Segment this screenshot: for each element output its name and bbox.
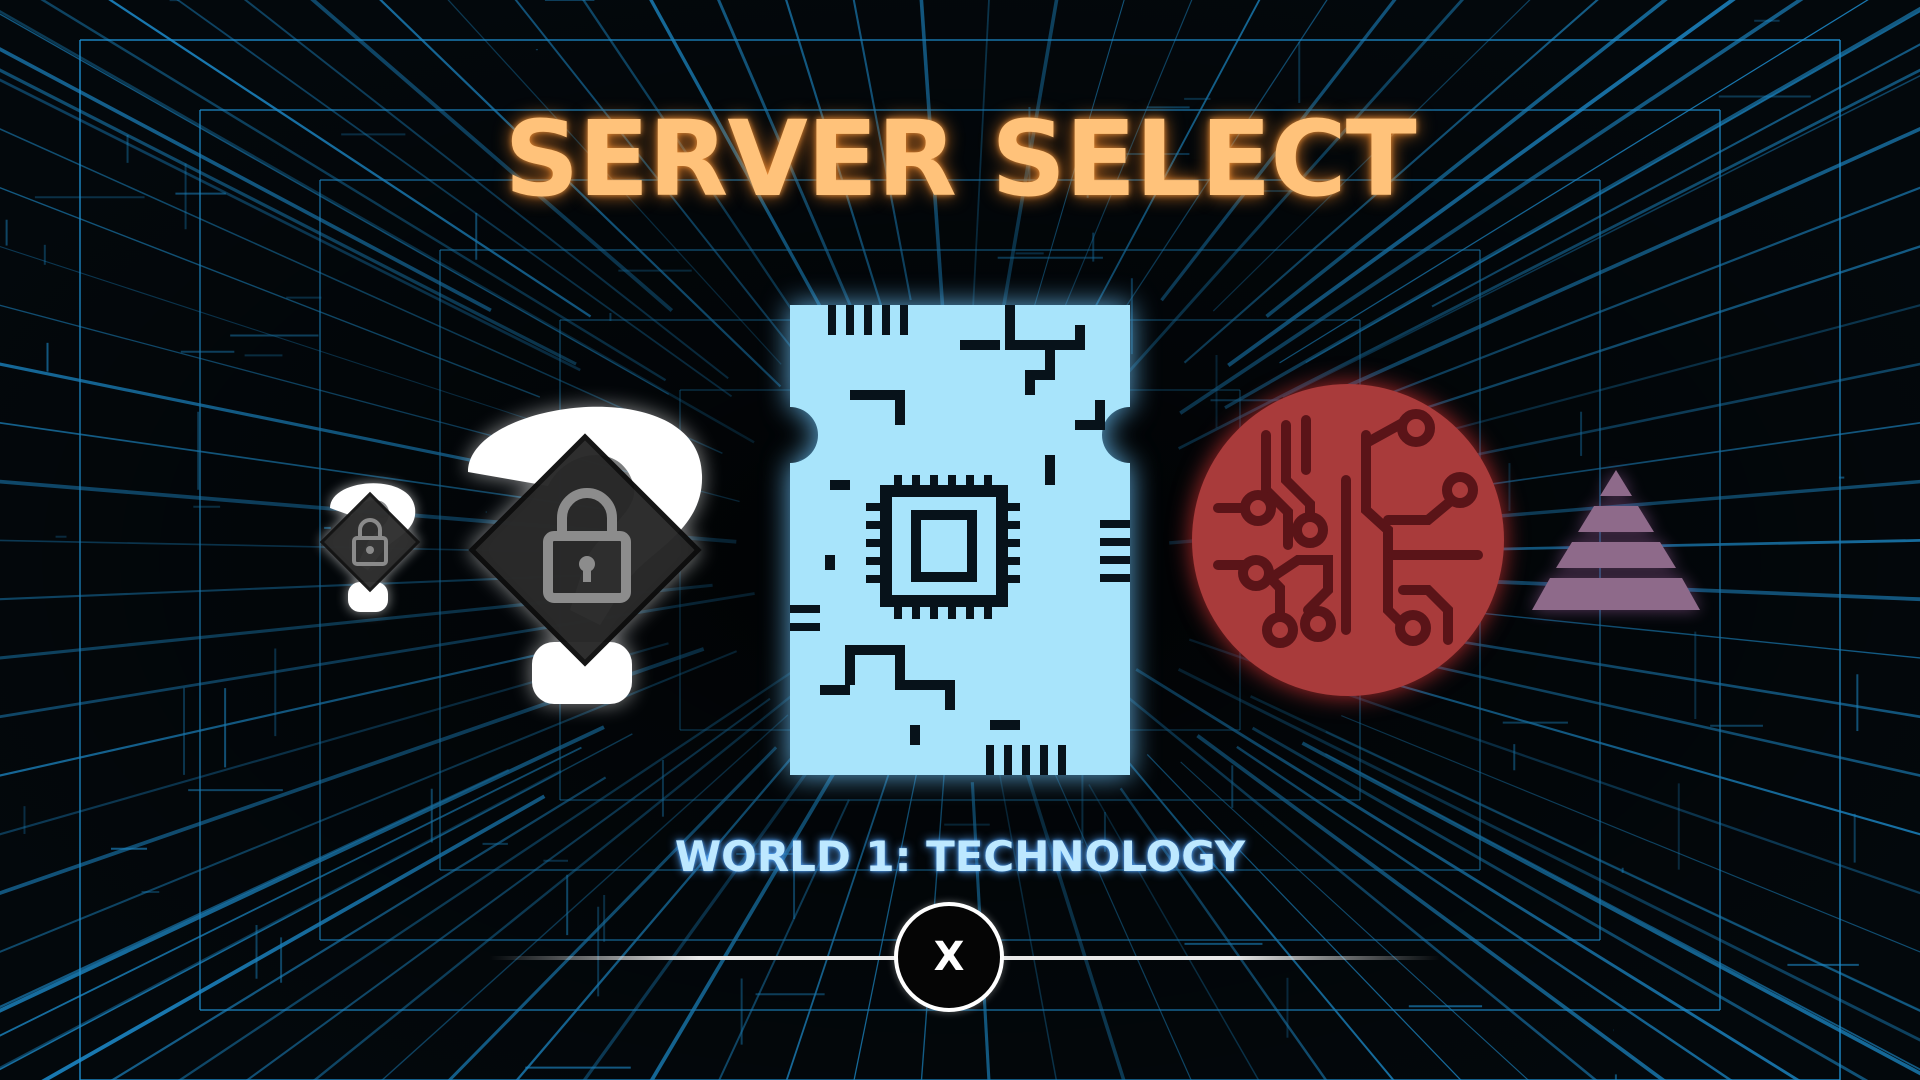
world-technology-selected[interactable] [790, 305, 1130, 775]
world-locked-large[interactable] [460, 380, 710, 710]
pyramid-icon [1532, 470, 1700, 610]
selected-world-label: WORLD 1: TECHNOLOGY [674, 832, 1246, 881]
question-mark-lock-icon [468, 406, 703, 704]
circuit-board-chip-icon [790, 305, 1130, 775]
world-pyramid[interactable] [1528, 466, 1704, 614]
world-circuit[interactable] [1188, 380, 1508, 700]
close-button[interactable]: X [894, 902, 1004, 1012]
close-button-label: X [933, 934, 965, 980]
question-mark-lock-icon [319, 483, 421, 612]
page-title: SERVER SELECT [504, 98, 1416, 220]
world-locked-small[interactable] [310, 460, 430, 620]
circuit-nodes-icon [1192, 384, 1504, 696]
